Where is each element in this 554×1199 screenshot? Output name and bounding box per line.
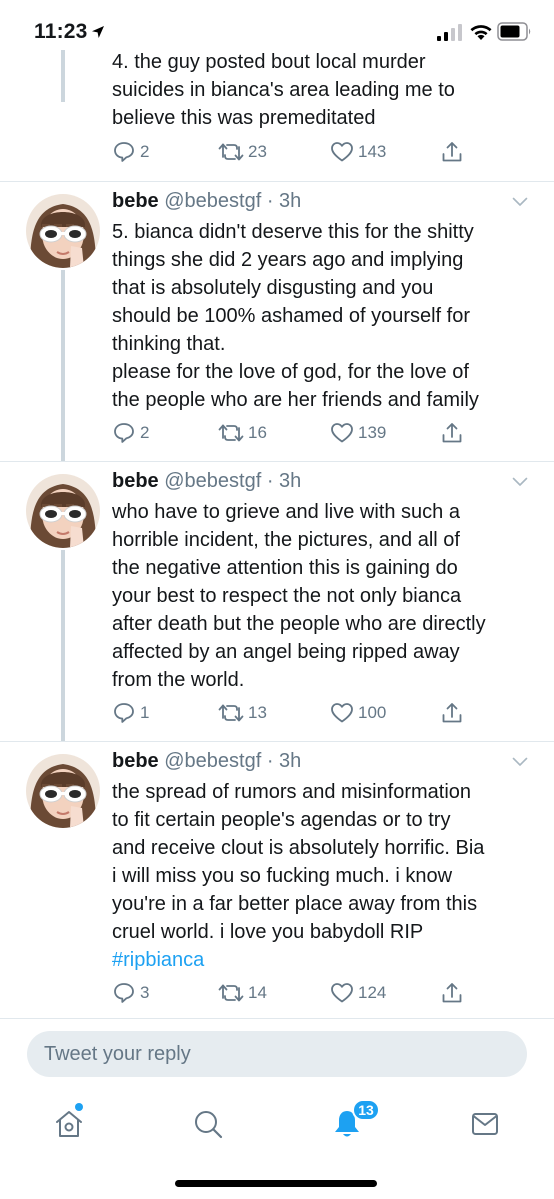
chevron-down-icon[interactable]	[512, 757, 528, 767]
heart-icon	[330, 981, 354, 1005]
tweet-header: bebe @bebestgf · 3h	[112, 190, 301, 218]
reply-button[interactable]: 2	[112, 421, 149, 445]
like-button[interactable]: 124	[330, 981, 386, 1005]
cellular-signal-icon	[437, 24, 462, 41]
tab-search[interactable]	[188, 1104, 228, 1144]
retweet-icon	[218, 701, 244, 725]
like-button[interactable]: 143	[330, 140, 386, 164]
heart-icon	[330, 421, 354, 445]
reply-icon	[112, 140, 136, 164]
tweet-time: · 3h	[266, 750, 302, 772]
new-content-dot	[75, 1103, 83, 1111]
share-button[interactable]	[440, 421, 464, 445]
display-name[interactable]: bebe	[112, 470, 159, 492]
retweet-icon	[218, 981, 244, 1005]
tweet-actions: 1 13 100	[0, 701, 554, 725]
display-name[interactable]: bebe	[112, 190, 159, 212]
reply-button[interactable]: 2	[112, 140, 149, 164]
share-icon	[440, 140, 464, 164]
home-icon	[56, 1111, 82, 1137]
home-indicator[interactable]	[175, 1180, 377, 1187]
search-icon	[195, 1111, 223, 1139]
tweet-actions: 2 23 143	[0, 140, 554, 164]
wifi-icon	[470, 25, 492, 40]
retweet-button[interactable]: 23	[218, 140, 267, 164]
status-time: 11:23	[34, 20, 88, 43]
tweet-text: 5. bianca didn't deserve this for the sh…	[112, 221, 479, 411]
avatar[interactable]	[26, 754, 100, 828]
share-button[interactable]	[440, 701, 464, 725]
tweet-reply-input[interactable]	[27, 1031, 527, 1077]
tweet-actions: 3 14 124	[0, 981, 554, 1005]
envelope-icon	[472, 1113, 498, 1135]
reply-icon	[112, 421, 136, 445]
chevron-down-icon[interactable]	[512, 197, 528, 207]
display-name[interactable]: bebe	[112, 750, 159, 772]
share-icon	[440, 981, 464, 1005]
timeline[interactable]: 4. the guy posted bout local murder suic…	[0, 50, 554, 1018]
share-icon	[440, 421, 464, 445]
tab-messages[interactable]	[465, 1104, 505, 1144]
tweet[interactable]: bebe @bebestgf · 3h 5. bianca didn't des…	[0, 182, 554, 462]
tab-home[interactable]	[49, 1104, 89, 1144]
reply-icon	[112, 701, 136, 725]
avatar[interactable]	[26, 474, 100, 548]
reply-button[interactable]: 1	[112, 701, 149, 725]
retweet-button[interactable]: 14	[218, 981, 267, 1005]
retweet-button[interactable]: 16	[218, 421, 267, 445]
tweet-time: · 3h	[266, 470, 302, 492]
tweet-header: bebe @bebestgf · 3h	[112, 750, 301, 778]
share-button[interactable]	[440, 981, 464, 1005]
retweet-button[interactable]: 13	[218, 701, 267, 725]
heart-icon	[330, 140, 354, 164]
share-button[interactable]	[440, 140, 464, 164]
location-arrow-icon	[92, 26, 104, 38]
heart-icon	[330, 701, 354, 725]
tweet-header: bebe @bebestgf · 3h	[112, 470, 301, 498]
reply-button[interactable]: 3	[112, 981, 149, 1005]
tweet-text: who have to grieve and live with such a …	[112, 501, 486, 691]
user-handle[interactable]: @bebestgf	[164, 750, 261, 772]
tweet-text: 4. the guy posted bout local murder suic…	[112, 51, 455, 129]
retweet-icon	[218, 421, 244, 445]
tweet[interactable]: bebe @bebestgf · 3h the spread of rumors…	[0, 742, 554, 1018]
notification-badge: 13	[352, 1099, 380, 1121]
tweet[interactable]: 4. the guy posted bout local murder suic…	[0, 50, 554, 182]
battery-icon	[497, 22, 531, 41]
avatar[interactable]	[26, 194, 100, 268]
share-icon	[440, 701, 464, 725]
tweet-text: the spread of rumors and misinformation …	[112, 778, 532, 974]
retweet-icon	[218, 140, 244, 164]
tweet-actions: 2 16 139	[0, 421, 554, 445]
tweet[interactable]: bebe @bebestgf · 3h who have to grieve a…	[0, 462, 554, 742]
like-button[interactable]: 100	[330, 701, 386, 725]
reply-bar	[0, 1018, 554, 1090]
tab-bar: 13	[0, 1090, 554, 1199]
like-button[interactable]: 139	[330, 421, 386, 445]
chevron-down-icon[interactable]	[512, 477, 528, 487]
reply-icon	[112, 981, 136, 1005]
user-handle[interactable]: @bebestgf	[164, 470, 261, 492]
tweet-time: · 3h	[266, 190, 302, 212]
hashtag-link[interactable]: #ripbianca	[112, 946, 532, 974]
user-handle[interactable]: @bebestgf	[164, 190, 261, 212]
